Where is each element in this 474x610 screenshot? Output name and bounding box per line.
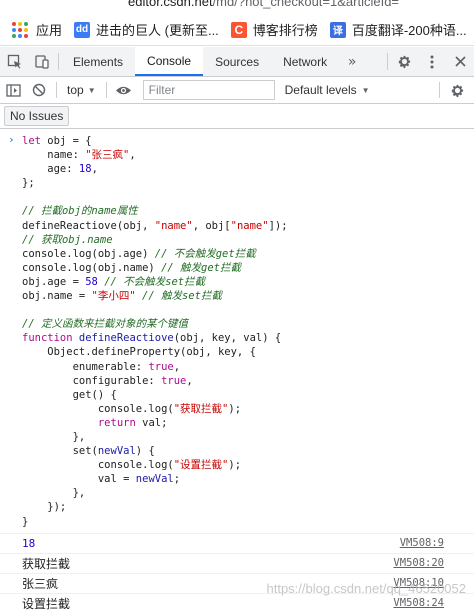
bookmark-item[interactable]: 译 百度翻译-200种语...: [329, 20, 467, 39]
log-levels-label: Default levels: [284, 83, 357, 97]
log-source-link[interactable]: VM508:24: [393, 597, 444, 609]
log-value: 设置拦截: [22, 596, 71, 610]
code-line: val = newVal;: [22, 473, 181, 486]
more-options-icon[interactable]: [418, 47, 446, 76]
console-messages[interactable]: › let obj = { name: "张三疯", age: 18, }; /…: [0, 129, 474, 610]
console-log-row: 18 VM508:9: [0, 534, 474, 554]
code-line: Object.defineProperty(obj, key, {: [22, 346, 256, 359]
code-line: get() {: [22, 388, 117, 401]
console-input-entry: › let obj = { name: "张三疯", age: 18, }; /…: [0, 129, 474, 534]
bookmark-apps[interactable]: 应用: [12, 20, 62, 39]
code-line: console.log(obj.age) // 不会触发get拦截: [22, 247, 256, 260]
bookmark-item[interactable]: dd 进击的巨人 (更新至...: [74, 20, 219, 39]
code-line: },: [22, 487, 86, 500]
divider: [56, 82, 57, 98]
code-line: function defineReactiove(obj, key, val) …: [22, 332, 282, 345]
device-toolbar-icon[interactable]: [28, 47, 56, 76]
code-comment: // 获取obj.name: [22, 233, 113, 246]
console-toolbar: top ▼ Filter Default levels ▼: [0, 77, 474, 104]
code-line: defineReactiove(obj, "name", obj["name"]…: [22, 219, 288, 232]
filter-input[interactable]: Filter: [142, 80, 275, 100]
log-source-link[interactable]: VM508:20: [393, 557, 444, 569]
code-line: },: [22, 430, 86, 443]
code-line: }: [22, 515, 29, 528]
caret-down-icon: ▼: [87, 85, 96, 95]
code-line: obj.name = "李小四" // 触发set拦截: [22, 290, 222, 303]
csdn-c-icon: C: [230, 21, 247, 38]
log-source-link[interactable]: VM508:10: [393, 577, 444, 589]
log-value: 张三疯: [22, 576, 59, 591]
caret-down-icon: ▼: [361, 85, 370, 95]
log-source-link[interactable]: VM508:9: [400, 537, 444, 549]
tab-elements[interactable]: Elements: [61, 47, 135, 76]
code-line: return val;: [22, 416, 168, 429]
bookmark-label: 进击的巨人 (更新至...: [96, 23, 219, 38]
close-icon[interactable]: [446, 47, 474, 76]
apps-grid-icon: [12, 21, 28, 38]
divider: [58, 53, 59, 70]
bookmark-label: 博客排行榜: [252, 23, 318, 38]
code-line: enumerable: true,: [22, 360, 181, 373]
console-settings-gear-icon[interactable]: [444, 77, 470, 104]
code-line: name: "张三疯",: [22, 149, 136, 162]
log-value: 获取拦截: [22, 556, 71, 571]
inspect-element-icon[interactable]: [0, 47, 28, 76]
divider: [439, 82, 440, 98]
no-issues-button[interactable]: No Issues: [4, 106, 70, 126]
code-line: console.log("获取拦截");: [22, 402, 242, 415]
code-line: set(newVal) {: [22, 445, 155, 458]
code-line: });: [22, 501, 67, 514]
divider: [105, 82, 107, 98]
tab-network[interactable]: Network: [271, 47, 339, 76]
context-selector[interactable]: top ▼: [61, 83, 102, 97]
code-line: obj.age = 58 // 不会触发set拦截: [22, 275, 206, 288]
translate-icon: 译: [329, 21, 346, 38]
show-sidebar-icon[interactable]: [0, 77, 26, 104]
log-value: 18: [22, 536, 36, 550]
console-log-row: 设置拦截 VM508:24: [0, 594, 474, 610]
eye-icon[interactable]: [111, 77, 137, 104]
bookmark-label: 应用: [36, 23, 63, 38]
code-line: age: 18,: [22, 163, 98, 176]
code-line: };: [22, 177, 35, 190]
code-line: console.log("设置拦截");: [22, 459, 242, 472]
dd-icon: dd: [74, 21, 91, 38]
bookmark-item[interactable]: C 博客排行榜: [230, 20, 318, 39]
code-line: console.log(obj.name) // 触发get拦截: [22, 261, 242, 274]
log-levels-dropdown[interactable]: Default levels ▼: [285, 83, 370, 97]
code-line: let obj = {: [22, 135, 92, 147]
gear-icon[interactable]: [390, 47, 418, 76]
issues-bar: No Issues: [0, 104, 474, 129]
chevron-right-icon: ›: [8, 133, 15, 146]
bookmarks-bar: 应用 dd 进击的巨人 (更新至... C 博客排行榜 译 百度翻译-200种语…: [0, 14, 474, 46]
divider: [387, 53, 388, 70]
code-comment: // 拦截obj的name属性: [22, 205, 138, 218]
address-bar[interactable]: editor.csdn.net/md/?not_checkout=1&artic…: [0, 0, 474, 10]
console-log-row: 获取拦截 VM508:20: [0, 554, 474, 574]
clear-console-icon[interactable]: [26, 77, 52, 104]
bookmark-label: 百度翻译-200种语...: [351, 23, 467, 38]
console-log-row: 张三疯 VM508:10: [0, 574, 474, 594]
tab-sources[interactable]: Sources: [203, 47, 271, 76]
code-comment: // 定义函数来拦截对象的某个键值: [22, 318, 188, 331]
code-line: configurable: true,: [22, 374, 193, 387]
url-text: editor.csdn.net/md/?not_checkout=1&artic…: [128, 0, 400, 9]
tab-console[interactable]: Console: [135, 47, 204, 76]
context-label: top: [67, 83, 84, 97]
devtools-tab-bar: Elements Console Sources Network »: [0, 47, 474, 77]
more-tabs-icon[interactable]: »: [339, 47, 365, 76]
